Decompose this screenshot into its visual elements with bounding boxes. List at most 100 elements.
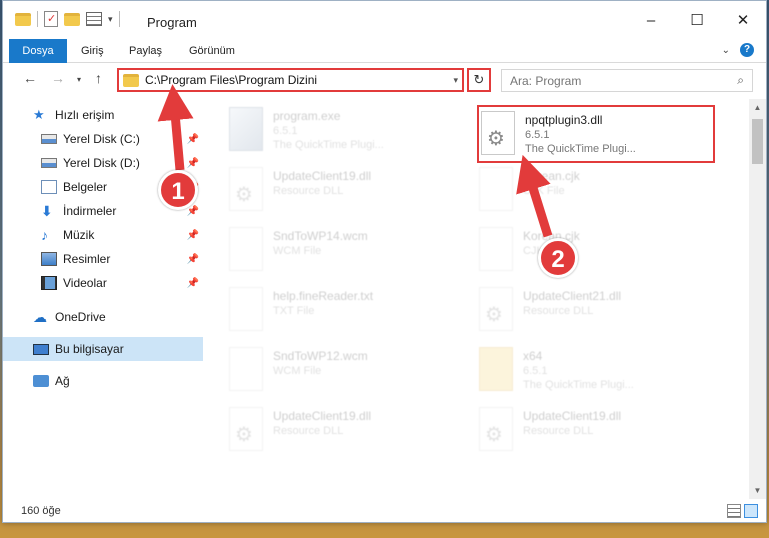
file-name: help.fineReader.txt (273, 289, 374, 303)
file-name: x64 (523, 349, 543, 363)
scroll-down-icon[interactable]: ▼ (749, 482, 766, 499)
file-tile-target[interactable]: npqtplugin3.dll 6.5.1 The QuickTime Plug… (477, 105, 715, 163)
sidebar-item-label: Resimler (63, 252, 111, 266)
pin-icon: 📌 (186, 253, 199, 265)
customize-toolbar-icon[interactable]: ▾ (108, 14, 113, 25)
star-icon: ★ (33, 107, 45, 122)
details-view-icon[interactable] (727, 504, 741, 518)
step-badge-1: 1 (158, 170, 198, 210)
separator (37, 11, 38, 27)
view-props-icon[interactable] (86, 12, 102, 26)
file-tile[interactable]: UpdateClient19.dll Resource DLL (227, 403, 465, 461)
new-folder-icon[interactable] (64, 12, 80, 26)
sidebar-item-quick-access[interactable]: ★ Hızlı erişim (3, 103, 203, 127)
search-input[interactable] (510, 73, 738, 88)
sidebar-item-network[interactable]: Ağ (3, 369, 203, 393)
properties-check-icon[interactable] (44, 11, 58, 27)
minimize-button[interactable]: – (628, 1, 674, 39)
pin-icon: 📌 (186, 133, 199, 145)
file-type: Resource DLL (523, 425, 594, 437)
file-name: UpdateClient19.dll (523, 409, 622, 423)
maximize-button[interactable]: ☐ (674, 1, 720, 39)
tiles-view-icon[interactable] (744, 504, 758, 518)
vertical-scrollbar[interactable]: ▲ ▼ (749, 99, 766, 499)
file-name: UpdateClient19.dll (273, 409, 372, 423)
download-icon: ⬇ (41, 203, 53, 219)
file-tile[interactable]: Korean.cjk CJK File (477, 223, 715, 281)
explorer-window: ▾ Program – ☐ ✕ Dosya Giriş Paylaş Görün… (2, 0, 767, 523)
ribbon-right: ⌄ ? (722, 43, 754, 57)
file-tile[interactable]: SndToWP12.wcm WCM File (227, 343, 465, 401)
file-tile[interactable]: SndToWP14.wcm WCM File (227, 223, 465, 281)
sidebar-item-label: Müzik (63, 228, 95, 242)
file-name: program.exe (273, 109, 341, 123)
file-description: The QuickTime Plugi... (523, 379, 634, 391)
sidebar-item-disk-c[interactable]: Yerel Disk (C:) 📌 (3, 127, 203, 151)
file-list: program.exe 6.5.1 The QuickTime Plugi...… (207, 99, 741, 501)
file-tile[interactable]: UpdateClient19.dll Resource DLL (477, 403, 715, 461)
tab-view[interactable]: Görünüm (189, 39, 235, 63)
window-title: Program (147, 15, 197, 30)
file-type: Resource DLL (273, 185, 344, 197)
close-button[interactable]: ✕ (720, 1, 766, 39)
refresh-button[interactable]: ↻ (467, 68, 491, 92)
search-icon[interactable]: ⌕ (737, 73, 744, 88)
file-tile[interactable]: program.exe 6.5.1 The QuickTime Plugi... (227, 103, 465, 161)
tab-share[interactable]: Paylaş (129, 39, 162, 63)
sidebar-item-onedrive[interactable]: ☁ OneDrive (3, 305, 203, 329)
file-name: UpdateClient19.dll (273, 169, 372, 183)
file-name: SndToWP12.wcm (273, 349, 368, 363)
sidebar-item-this-pc[interactable]: Bu bilgisayar (3, 337, 203, 361)
videos-icon (41, 276, 57, 290)
file-tile[interactable]: UpdateClient19.dll Resource DLL (227, 163, 465, 221)
address-path[interactable]: C:\Program Files\Program Dizini (145, 73, 453, 87)
view-switcher (727, 504, 758, 518)
dll-file-icon (229, 167, 263, 211)
address-bar[interactable]: C:\Program Files\Program Dizini ▾ (117, 68, 464, 92)
scroll-up-icon[interactable]: ▲ (749, 99, 766, 116)
pictures-icon (41, 252, 57, 266)
cloud-icon: ☁ (33, 309, 47, 325)
tab-home[interactable]: Giriş (81, 39, 104, 63)
sidebar-item-label: Hızlı erişim (55, 108, 115, 122)
file-tile[interactable]: Korean.cjk CJK File (477, 163, 715, 221)
sidebar-item-pictures[interactable]: Resimler 📌 (3, 247, 203, 271)
generic-file-icon (479, 227, 513, 271)
file-version: 6.5.1 (523, 365, 548, 377)
help-icon[interactable]: ? (740, 43, 754, 57)
recent-locations-icon[interactable]: ▾ (77, 75, 81, 84)
up-button[interactable]: ↑ (95, 70, 102, 86)
search-box[interactable]: ⌕ (501, 69, 753, 92)
file-tile[interactable]: UpdateClient21.dll Resource DLL (477, 283, 715, 341)
music-icon: ♪ (41, 227, 48, 243)
file-type: WCM File (273, 245, 322, 257)
file-name: npqtplugin3.dll (525, 113, 603, 127)
generic-file-icon (229, 227, 263, 271)
file-description: The QuickTime Plugi... (273, 139, 384, 151)
folder-icon (123, 73, 139, 87)
file-tile[interactable]: x64 6.5.1 The QuickTime Plugi... (477, 343, 715, 401)
folder-file-icon (479, 347, 513, 391)
expand-ribbon-icon[interactable]: ⌄ (722, 45, 730, 56)
back-button[interactable]: ← (23, 70, 37, 86)
sidebar-item-music[interactable]: ♪ Müzik 📌 (3, 223, 203, 247)
scroll-thumb[interactable] (752, 119, 763, 164)
sidebar-item-videos[interactable]: Videolar 📌 (3, 271, 203, 295)
generic-file-icon (229, 347, 263, 391)
chevron-down-icon[interactable]: ▾ (453, 75, 458, 86)
file-description: The QuickTime Plugi... (525, 143, 636, 155)
drive-icon (41, 134, 57, 144)
quick-access-toolbar: ▾ (15, 11, 120, 27)
separator (118, 11, 120, 27)
file-name: UpdateClient21.dll (523, 289, 622, 303)
forward-button[interactable]: → (51, 70, 65, 86)
sidebar-item-label: Ağ (55, 374, 70, 388)
file-tile[interactable]: help.fineReader.txt TXT File (227, 283, 465, 341)
window-controls: – ☐ ✕ (628, 1, 766, 39)
pin-icon: 📌 (186, 277, 199, 289)
tab-file[interactable]: Dosya (9, 39, 67, 63)
sidebar-item-label: Bu bilgisayar (55, 342, 124, 356)
sidebar-item-label: İndirmeler (63, 204, 117, 218)
navigation-pane: ★ Hızlı erişim Yerel Disk (C:) 📌 Yerel D… (3, 99, 203, 499)
pin-icon: 📌 (186, 205, 199, 217)
